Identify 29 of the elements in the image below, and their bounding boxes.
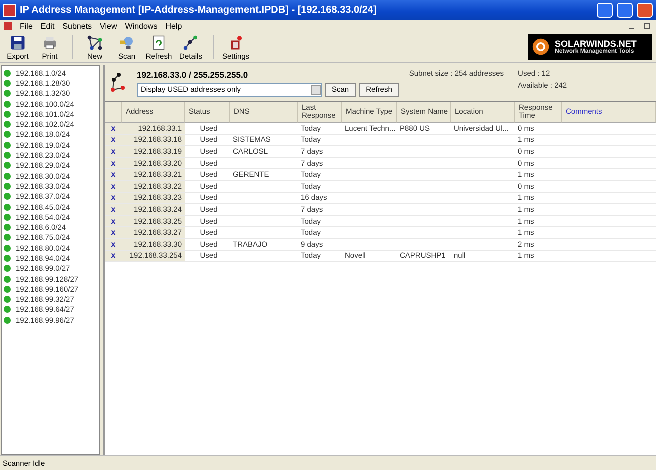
row-marker: x [105,238,122,250]
menu-item[interactable]: Subnets [62,22,92,30]
row-marker: x [105,180,122,192]
row-marker: x [105,158,122,168]
restore-icon[interactable] [644,22,652,30]
close-button[interactable] [637,2,653,18]
menu-item[interactable]: Windows [125,22,158,30]
row-marker: x [105,216,122,226]
subnet-title: 192.168.33.0 / 255.255.255.0 [137,70,250,80]
row-marker: x [105,146,122,157]
document-icon [4,22,12,30]
row-marker: x [105,134,122,146]
row-marker: x [105,227,122,238]
network-nodes-icon [86,34,104,52]
row-marker: x [105,192,122,204]
menu-item[interactable]: File [20,22,33,30]
marker-column-header [105,102,122,123]
row-marker: x [105,169,122,180]
minimize-button[interactable] [597,2,613,18]
menu-item[interactable]: Help [166,22,182,30]
app-icon [3,4,16,16]
window-title: IP Address Management [IP-Address-Management.IPDB] - [192.168.33.0/24] [20,4,378,16]
menu-item[interactable]: View [100,22,118,30]
row-marker: x [105,204,122,215]
node-chain-icon [182,34,200,52]
menu-item[interactable]: Edit [40,22,55,30]
maximize-button[interactable] [617,2,633,18]
row-marker: x [105,250,122,262]
row-marker: x [105,123,122,134]
